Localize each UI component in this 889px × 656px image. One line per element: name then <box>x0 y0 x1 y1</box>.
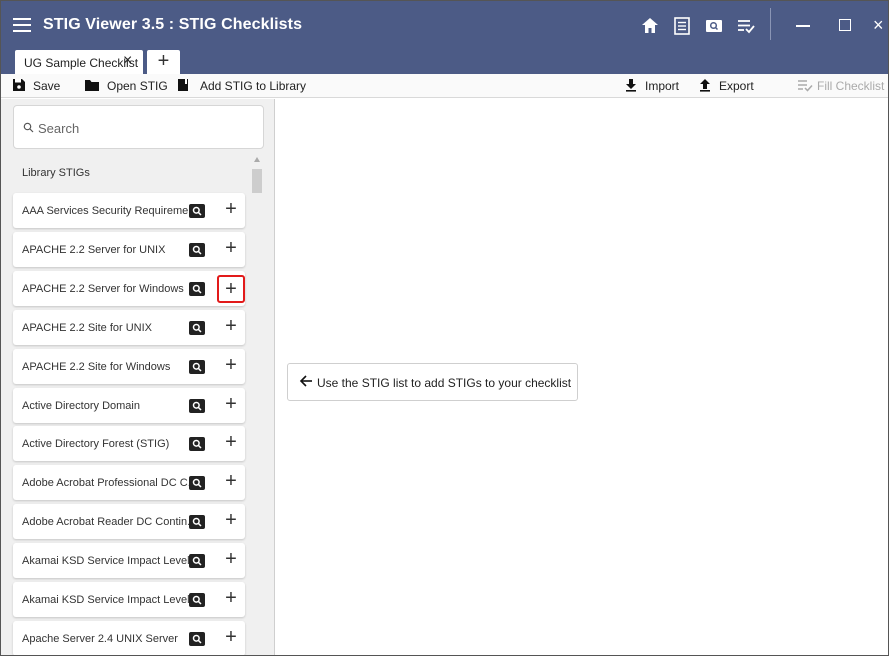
close-window-button[interactable]: × <box>873 15 884 36</box>
view-stig-icon[interactable] <box>189 360 205 374</box>
add-stig-button[interactable]: + <box>217 275 245 303</box>
search-input[interactable] <box>38 118 248 138</box>
stig-list-item[interactable]: APACHE 2.2 Site for Windows + <box>13 349 245 384</box>
new-tab-button[interactable]: + <box>147 50 180 74</box>
book-icon <box>178 79 188 91</box>
stig-list-item[interactable]: APACHE 2.2 Server for UNIX + <box>13 232 245 267</box>
main-content: Use the STIG list to add STIGs to your c… <box>276 99 888 655</box>
empty-state-hint: Use the STIG list to add STIGs to your c… <box>287 363 578 401</box>
scroll-up-arrow[interactable] <box>254 157 260 162</box>
stig-name: APACHE 2.2 Server for UNIX <box>22 244 166 256</box>
view-stig-icon[interactable] <box>189 554 205 568</box>
stig-name: Adobe Acrobat Professional DC C... <box>22 477 197 489</box>
hint-text: Use the STIG list to add STIGs to your c… <box>317 376 572 390</box>
scroll-thumb[interactable] <box>252 169 262 193</box>
add-stig-button[interactable]: + <box>220 316 242 338</box>
view-stig-icon[interactable] <box>189 632 205 646</box>
add-stig-button[interactable]: + <box>220 238 242 260</box>
add-stig-button[interactable]: + <box>220 471 242 493</box>
folder-icon <box>85 80 99 91</box>
search-box <box>13 105 264 149</box>
maximize-button[interactable] <box>839 19 851 31</box>
view-stig-icon[interactable] <box>189 282 205 296</box>
arrow-left-icon <box>299 375 312 387</box>
export-button[interactable]: Export <box>698 74 758 98</box>
stig-name: APACHE 2.2 Server for Windows <box>22 283 184 295</box>
view-stig-icon[interactable] <box>189 243 205 257</box>
view-stig-icon[interactable] <box>189 437 205 451</box>
add-stig-button[interactable]: + <box>220 355 242 377</box>
add-stig-button[interactable]: + <box>220 199 242 221</box>
add-stig-button[interactable]: + <box>220 394 242 416</box>
view-stig-icon[interactable] <box>189 399 205 413</box>
view-stig-icon[interactable] <box>189 476 205 490</box>
stig-list-item[interactable]: APACHE 2.2 Server for Windows + <box>13 271 245 306</box>
save-icon <box>13 79 25 91</box>
open-stig-button[interactable]: Open STIG <box>84 74 169 98</box>
stig-name: Active Directory Domain <box>22 400 140 412</box>
checklist-view-icon[interactable] <box>671 15 693 37</box>
view-stig-icon[interactable] <box>189 204 205 218</box>
stig-list-item[interactable]: Akamai KSD Service Impact Level ... + <box>13 543 245 578</box>
stig-name: Active Directory Forest (STIG) <box>22 438 170 450</box>
export-icon <box>700 79 710 92</box>
fill-checklist-button[interactable]: Fill Checklist <box>797 74 888 98</box>
add-stig-to-library-button[interactable]: Add STIG to Library <box>176 74 306 98</box>
tab-close-icon[interactable]: × <box>123 52 132 70</box>
stig-name: APACHE 2.2 Site for Windows <box>22 361 171 373</box>
fill-checklist-icon <box>798 80 813 92</box>
stig-list-item[interactable]: APACHE 2.2 Site for UNIX + <box>13 310 245 345</box>
import-icon <box>626 79 636 92</box>
library-stigs-heading: Library STIGs <box>22 167 90 179</box>
stig-list-item[interactable]: Adobe Acrobat Professional DC C... + <box>13 465 245 500</box>
tab-bar: UG Sample Checklist × + <box>1 50 888 74</box>
home-icon[interactable] <box>639 15 661 37</box>
stig-view-icon[interactable] <box>703 15 725 37</box>
stig-name: AAA Services Security Requireme... <box>22 205 198 217</box>
filter-check-icon[interactable] <box>735 15 757 37</box>
stig-name: Akamai KSD Service Impact Level ... <box>22 594 202 606</box>
stig-name: Adobe Acrobat Reader DC Contin... <box>22 516 197 528</box>
tab-label: UG Sample Checklist <box>24 56 139 70</box>
stig-name: Akamai KSD Service Impact Level ... <box>22 555 202 567</box>
title-bar: STIG Viewer 3.5 : STIG Checklists × <box>1 1 888 50</box>
stig-list-item[interactable]: Akamai KSD Service Impact Level ... + <box>13 582 245 617</box>
add-stig-button[interactable]: + <box>220 549 242 571</box>
stig-name: APACHE 2.2 Site for UNIX <box>22 322 153 334</box>
stig-list-item[interactable]: AAA Services Security Requireme... + <box>13 193 245 228</box>
tab-ug-sample-checklist[interactable]: UG Sample Checklist × <box>15 50 143 74</box>
save-button[interactable]: Save <box>12 74 72 98</box>
scrollbar[interactable] <box>251 154 263 655</box>
stig-list-item[interactable]: Active Directory Domain + <box>13 388 245 423</box>
app-window: STIG Viewer 3.5 : STIG Checklists × UG S… <box>0 0 889 656</box>
menu-icon[interactable] <box>13 17 31 33</box>
app-title: STIG Viewer 3.5 : STIG Checklists <box>43 16 303 33</box>
import-button[interactable]: Import <box>624 74 684 98</box>
toolbar: Save Open STIG Add STIG to Library Impor… <box>1 74 888 98</box>
view-stig-icon[interactable] <box>189 515 205 529</box>
view-stig-icon[interactable] <box>189 321 205 335</box>
view-stig-icon[interactable] <box>189 593 205 607</box>
minimize-button[interactable] <box>796 25 810 27</box>
add-stig-button[interactable]: + <box>220 627 242 649</box>
stig-library-panel: Library STIGs AAA Services Security Requ… <box>1 99 275 655</box>
titlebar-separator <box>770 8 771 40</box>
stig-list-item[interactable]: Active Directory Forest (STIG) + <box>13 426 245 461</box>
stig-list-item[interactable]: Apache Server 2.4 UNIX Server + <box>13 621 245 655</box>
add-stig-button[interactable]: + <box>220 588 242 610</box>
stig-list-item[interactable]: Adobe Acrobat Reader DC Contin... + <box>13 504 245 539</box>
search-icon <box>23 122 34 133</box>
add-stig-button[interactable]: + <box>220 510 242 532</box>
add-stig-button[interactable]: + <box>220 432 242 454</box>
stig-name: Apache Server 2.4 UNIX Server <box>22 633 178 645</box>
